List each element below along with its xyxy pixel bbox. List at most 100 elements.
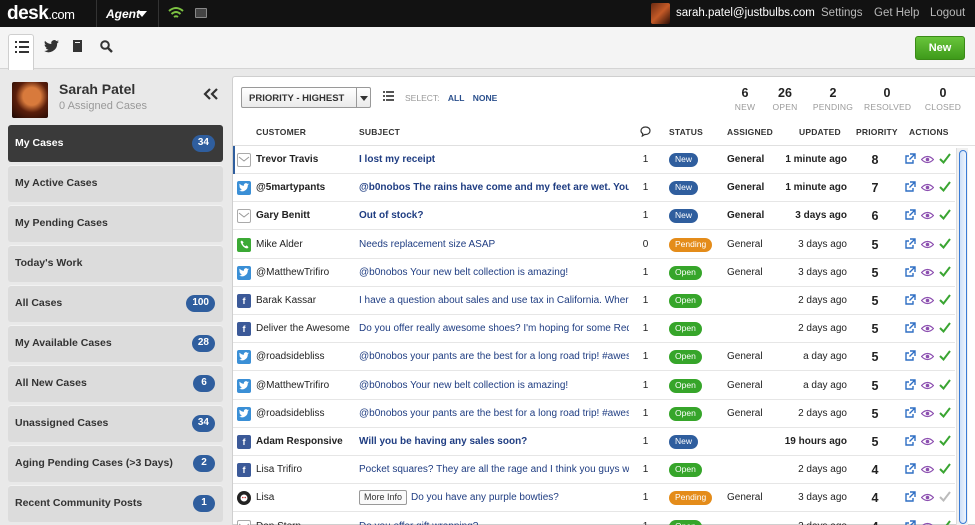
preview-eye-icon[interactable] [921,211,934,220]
open-case-icon[interactable] [904,407,916,419]
resolve-check-icon[interactable] [939,237,951,249]
case-subject[interactable]: Needs replacement size ASAP [359,239,629,250]
resolve-check-icon[interactable] [939,491,951,503]
resolve-check-icon[interactable] [939,181,951,193]
column-assigned[interactable]: ASSIGNED [727,127,773,137]
customer-name[interactable]: Deliver the Awesome [256,323,356,334]
filter-item[interactable]: My Active Cases [8,165,223,202]
case-subject[interactable]: @b0nobos Your new belt collection is ama… [359,267,629,278]
resolve-check-icon[interactable] [939,322,951,334]
column-customer[interactable]: CUSTOMER [256,127,306,137]
case-row[interactable]: f Deliver the Awesome Do you offer really … [233,315,955,344]
collapse-sidebar-icon[interactable] [203,88,219,100]
resolve-check-icon[interactable] [939,378,951,390]
preview-eye-icon[interactable] [921,522,934,525]
customer-name[interactable]: @MatthewTrifiro [256,267,356,278]
preview-eye-icon[interactable] [921,183,934,192]
open-case-icon[interactable] [904,237,916,250]
customer-name[interactable]: @roadsidebliss [256,351,356,362]
open-case-icon[interactable] [904,491,916,503]
stat-resolved[interactable]: 0 RESOLVED [864,86,911,112]
open-case-icon[interactable] [904,181,916,193]
open-case-icon[interactable] [904,463,916,475]
agent-mode-dropdown[interactable]: Agent [96,0,159,27]
replies-bubble-icon[interactable] [640,126,651,137]
case-row[interactable]: Gary Benitt Out of stock? 1 New General 3 day… [233,202,955,231]
customer-name[interactable]: @5martypants [256,182,356,193]
preview-eye-icon[interactable] [921,240,934,249]
case-subject[interactable]: Pocket squares? They are all the rage an… [359,464,629,475]
open-case-icon[interactable] [904,378,916,391]
user-email[interactable]: sarah.patel@justbulbs.com [676,7,815,19]
case-subject[interactable]: @b0nobos Your new belt collection is ama… [359,380,629,391]
open-case-icon[interactable] [904,209,916,221]
get-help-link[interactable]: Get Help [874,7,919,19]
case-row[interactable]: f Barak Kassar I have a question about sal… [233,287,955,315]
logout-link[interactable]: Logout [930,7,965,19]
case-subject[interactable]: @b0nobos The rains have come and my feet… [359,182,629,193]
customer-name[interactable]: Lisa [256,492,356,503]
column-priority[interactable]: PRIORITY [856,127,898,137]
select-none-link[interactable]: NONE [473,93,498,103]
resolve-check-icon[interactable] [939,209,951,221]
filter-item[interactable]: My Pending Cases [8,205,223,242]
preview-eye-icon[interactable] [921,437,934,446]
preview-eye-icon[interactable] [921,352,934,361]
preview-eye-icon[interactable] [921,409,934,418]
filter-item[interactable]: My Cases 34 [8,125,223,162]
case-row[interactable]: Lisa More Info Do you have any purple bowt… [233,484,955,513]
preview-eye-icon[interactable] [921,324,934,333]
stat-pending[interactable]: 2 PENDING [811,86,855,112]
desk-logo[interactable]: desk.com [7,3,75,25]
open-case-icon[interactable] [904,322,916,334]
case-subject[interactable]: I have a question about sales and use ta… [359,295,629,306]
customer-name[interactable]: Dan Stern [256,521,356,525]
open-case-icon[interactable] [904,435,916,447]
list-view-icon[interactable] [383,91,394,101]
case-row[interactable]: @roadsidebliss @b0nobos your pants are th… [233,343,955,372]
search-tab[interactable] [94,34,120,60]
preview-eye-icon[interactable] [921,493,934,502]
case-subject[interactable]: Will you be having any sales soon? [359,436,629,447]
filter-item[interactable]: My Available Cases 28 [8,325,223,362]
customer-name[interactable]: Trevor Travis [256,154,356,165]
knowledge-base-tab[interactable] [66,34,92,60]
column-status[interactable]: STATUS [669,127,703,137]
open-case-icon[interactable] [904,153,916,165]
case-row[interactable]: f Lisa Trifiro Pocket squares? They are al… [233,456,955,485]
preview-eye-icon[interactable] [921,381,934,390]
case-row[interactable]: @MatthewTrifiro @b0nobos Your new belt co… [233,372,955,400]
filter-item[interactable]: Recent Community Posts 1 [8,485,223,522]
customer-name[interactable]: Barak Kassar [256,295,356,306]
case-row[interactable]: @5martypants @b0nobos The rains have come… [233,174,955,203]
case-row[interactable]: f Adam Responsive Will you be having any s… [233,428,955,456]
cases-list-tab[interactable] [8,34,34,70]
case-subject[interactable]: Do you offer really awesome shoes? I'm h… [359,323,629,334]
customer-name[interactable]: Gary Benitt [256,210,356,221]
open-case-icon[interactable] [904,350,916,362]
list-scrollbar[interactable] [956,148,968,525]
wifi-status-icon[interactable] [168,6,184,20]
customer-name[interactable]: Mike Alder [256,239,356,250]
customer-name[interactable]: @MatthewTrifiro [256,380,356,391]
preview-eye-icon[interactable] [921,465,934,474]
open-case-icon[interactable] [904,266,916,278]
sort-select[interactable]: PRIORITY - HIGHEST [241,87,371,108]
customer-name[interactable]: Adam Responsive [256,436,356,447]
filter-item[interactable]: All Cases 100 [8,285,223,322]
open-case-icon[interactable] [904,294,916,306]
case-row[interactable]: @roadsidebliss @b0nobos your pants are th… [233,400,955,428]
user-avatar[interactable] [651,3,670,24]
scrollbar-thumb[interactable] [959,150,967,524]
select-all-link[interactable]: ALL [448,93,465,103]
open-case-icon[interactable] [904,519,916,525]
preview-eye-icon[interactable] [921,296,934,305]
resolve-check-icon[interactable] [939,350,951,362]
case-subject[interactable]: I lost my receipt [359,154,629,165]
case-subject[interactable]: Out of stock? [359,210,629,221]
case-subject[interactable]: Do you have any purple bowties? [411,492,629,503]
case-row[interactable]: Dan SternDo you offer gift wrapping? 1 Ope… [233,513,955,525]
resolve-check-icon[interactable] [939,519,951,525]
resolve-check-icon[interactable] [939,294,951,305]
filter-item[interactable]: Aging Pending Cases (>3 Days) 2 [8,445,223,482]
